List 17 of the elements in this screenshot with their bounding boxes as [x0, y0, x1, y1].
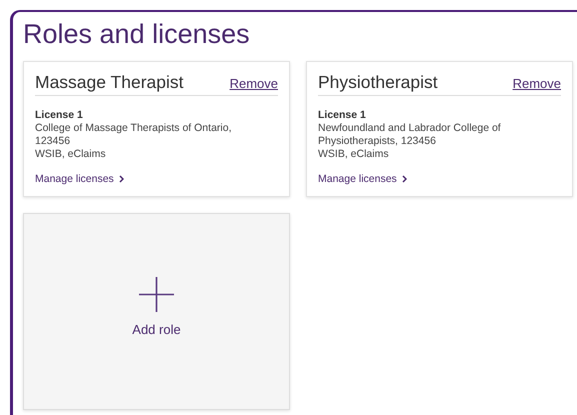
chevron-right-icon [402, 175, 407, 183]
license-detail: Newfoundland and Labrador College of Physiotherapists, 123456 [318, 122, 502, 148]
remove-link[interactable]: Remove [512, 75, 561, 93]
role-title: Physiotherapist [318, 71, 438, 93]
license-label: License 1 [35, 108, 84, 122]
license-detail: College of Massage Therapists of Ontario, 123456 [35, 122, 232, 148]
add-role-button[interactable]: Add role [23, 213, 290, 410]
license-detail: WSIB, eClaims [318, 148, 390, 161]
license-detail: WSIB, eClaims [35, 148, 107, 161]
plus-icon [139, 276, 174, 312]
chevron-right-icon [118, 175, 124, 183]
manage-licenses-link[interactable]: Manage licenses [35, 173, 124, 185]
remove-link[interactable]: Remove [230, 75, 278, 93]
manage-licenses-link[interactable]: Manage licenses [318, 173, 407, 185]
role-title: Massage Therapist [35, 71, 184, 93]
license-label: License 1 [318, 108, 367, 122]
page-title: Roles and licenses [23, 18, 251, 51]
